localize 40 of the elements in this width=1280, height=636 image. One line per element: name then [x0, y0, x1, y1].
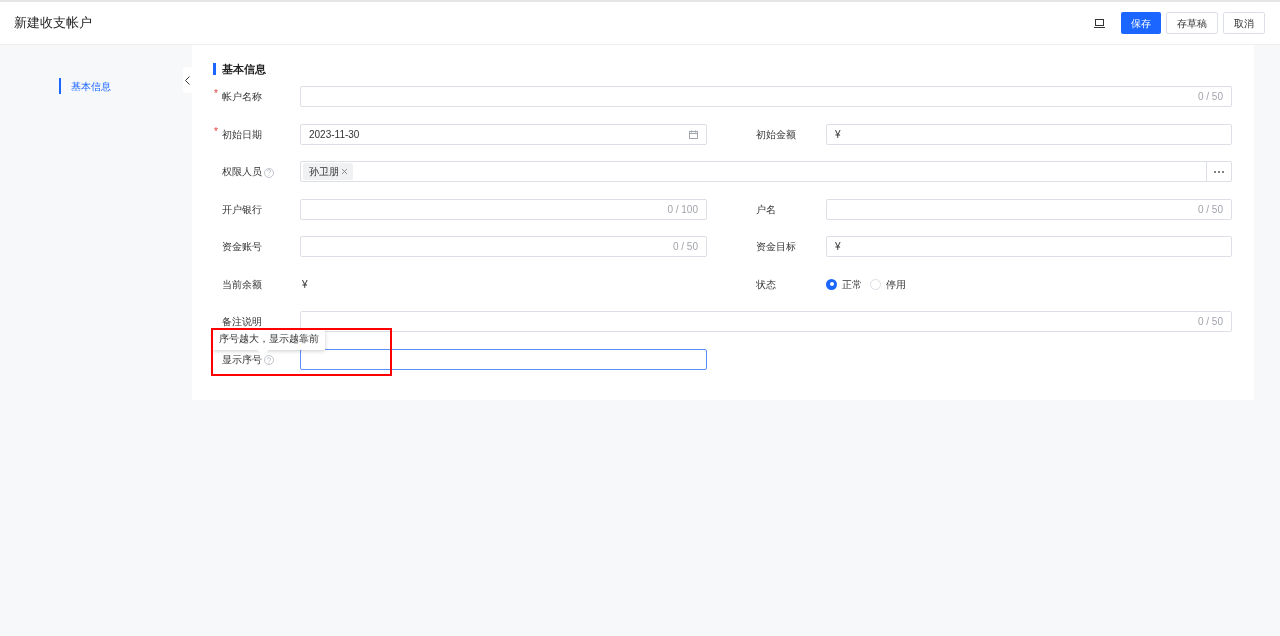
char-counter: 0 / 50 [672, 240, 698, 254]
field-label: 显示序号 [222, 352, 262, 367]
amount-field[interactable]: ¥ [826, 123, 1232, 145]
amount-field[interactable]: ¥ [826, 236, 1232, 257]
person-tag: 孙卫朋 [303, 163, 353, 180]
field-label: 初始日期 [222, 127, 262, 142]
field-label: 开户银行 [222, 202, 262, 217]
field-label: 当前余额 [222, 277, 262, 292]
toolbar-button[interactable]: 取消 [1223, 12, 1265, 34]
field-label: 初始金额 [756, 127, 796, 142]
sidebar-item[interactable]: 基本信息 [59, 78, 111, 94]
field-label: 状态 [756, 277, 776, 292]
more-button[interactable]: ⋯ [1206, 162, 1231, 181]
field-label: 资金目标 [756, 240, 796, 254]
field-label: 户名 [756, 202, 776, 217]
required-mark: * [214, 124, 218, 139]
radio-option[interactable]: 正常 [826, 276, 862, 292]
toolbar-button[interactable]: 存草稿 [1166, 12, 1218, 34]
date-field[interactable]: 2023-11-30 [300, 123, 707, 145]
field-label: 帐户名称 [222, 90, 262, 104]
field-label: 资金账号 [222, 240, 262, 254]
calendar-icon [689, 129, 698, 139]
balance-value: ¥ [302, 277, 308, 292]
field-label: 权限人员 [222, 165, 262, 179]
help-icon[interactable] [264, 355, 274, 365]
laptop-icon[interactable] [1094, 18, 1105, 28]
page-title: 新建收支帐户 [14, 14, 92, 33]
char-counter: 0 / 50 [1197, 90, 1223, 104]
char-counter: 0 / 50 [1197, 315, 1223, 329]
char-counter: 0 / 100 [667, 202, 698, 217]
char-counter: 0 / 50 [1197, 202, 1223, 217]
radio-option[interactable]: 停用 [870, 276, 906, 292]
collapse-handle[interactable] [183, 67, 192, 93]
section-title: 基本信息 [213, 63, 1254, 75]
people-field[interactable]: 孙卫朋 ⋯ [300, 161, 1232, 182]
remove-icon[interactable] [342, 169, 347, 174]
required-mark: * [214, 87, 218, 101]
input-field[interactable] [300, 348, 707, 370]
toolbar-button[interactable]: 保存 [1121, 12, 1161, 34]
field-label: 备注说明 [222, 315, 262, 329]
